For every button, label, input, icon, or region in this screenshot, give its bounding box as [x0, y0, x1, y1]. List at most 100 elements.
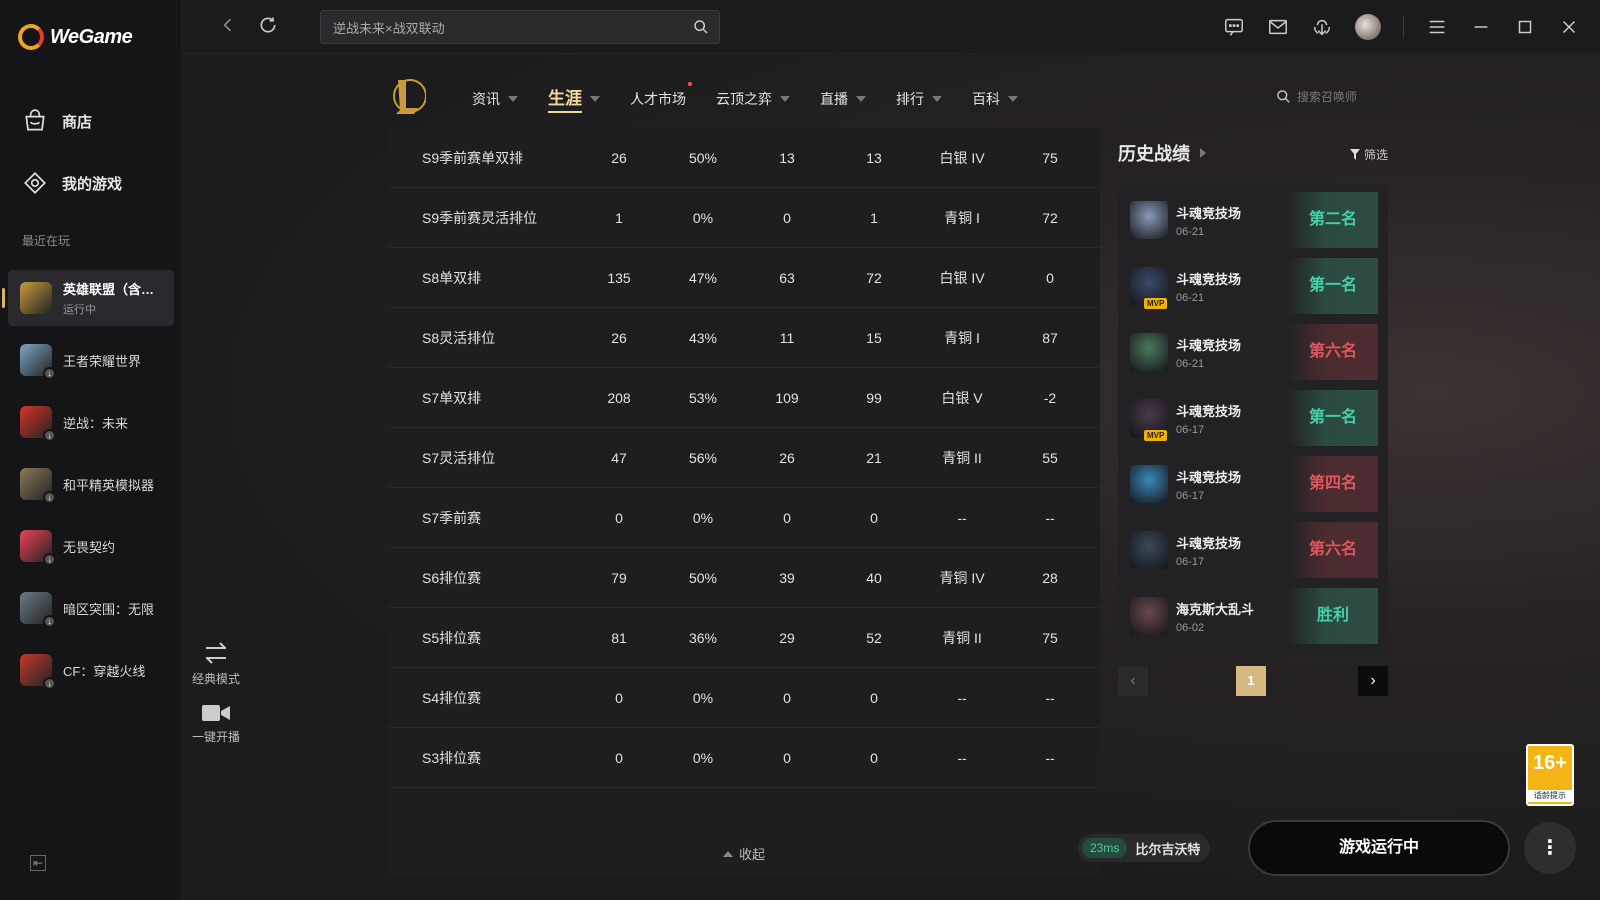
- match-result: 第一名: [1288, 258, 1378, 314]
- win-rate-cell: 43%: [688, 329, 718, 346]
- win-rate-cell: 0%: [692, 209, 714, 226]
- match-mode: 斗魂竞技场: [1176, 403, 1242, 419]
- page-number[interactable]: 1: [1236, 666, 1266, 696]
- minimize-icon[interactable]: [1470, 16, 1492, 38]
- classic-mode-button[interactable]: 经典模式: [190, 640, 242, 687]
- maximize-icon[interactable]: [1514, 16, 1536, 38]
- start-stream-button[interactable]: 一键开播: [190, 702, 242, 745]
- chevron-down-icon: [932, 95, 942, 102]
- league-points-cell: --: [1045, 749, 1055, 766]
- mail-icon[interactable]: [1267, 16, 1289, 38]
- win-rate-cell: 36%: [688, 629, 718, 646]
- sidebar: WeGame 商店 我的游戏 最近在玩 英雄联盟（含经典模式） 运行中 ↓ 王者荣耀世…: [0, 0, 182, 900]
- match-date: 06-17: [1176, 423, 1205, 436]
- tab-label: 云顶之弈: [716, 90, 772, 107]
- age-rating-badge[interactable]: 16+ 适龄提示: [1526, 744, 1574, 806]
- tab-5[interactable]: 排行: [896, 84, 942, 113]
- my-games-icon: [24, 172, 46, 194]
- game-icon: ↓: [20, 344, 56, 380]
- filter-button[interactable]: 筛选: [1349, 146, 1388, 163]
- collapse-sidebar-icon[interactable]: ⇤: [30, 855, 46, 871]
- user-avatar[interactable]: [1355, 14, 1381, 40]
- search-input[interactable]: [321, 11, 661, 43]
- losses-cell: 15: [866, 329, 882, 346]
- wins-cell: 109: [775, 389, 799, 406]
- search-icon[interactable]: [693, 19, 709, 35]
- table-row: S6排位赛 79 50% 39 40 青铜 IV 28: [388, 548, 1100, 608]
- game-running-button[interactable]: 游戏运行中: [1248, 820, 1510, 876]
- chevron-down-icon: [508, 95, 518, 102]
- wegame-logo[interactable]: WeGame: [18, 24, 133, 50]
- game-name: 王者荣耀世界: [63, 353, 142, 369]
- league-points-cell: 72: [1042, 209, 1058, 226]
- champion-avatar: [1130, 597, 1168, 635]
- games-played-cell: 81: [611, 629, 627, 646]
- season-name-cell: S7灵活排位: [422, 449, 496, 466]
- game-item[interactable]: ↓ 和平精英模拟器: [8, 456, 174, 512]
- close-icon[interactable]: [1558, 16, 1580, 38]
- match-item[interactable]: 斗魂竞技场 06-17 第四名: [1130, 454, 1378, 514]
- season-name-cell: S3排位赛: [422, 749, 482, 766]
- menu-icon[interactable]: [1426, 16, 1448, 38]
- wins-cell: 11: [779, 329, 795, 346]
- match-history-panel: 历史战绩 筛选 斗魂竞技场 06-21 第二名 MVP 斗魂竞技场 06-21 第一名 斗魂竞…: [1118, 140, 1388, 696]
- back-icon[interactable]: [218, 15, 238, 41]
- match-item[interactable]: MVP 斗魂竞技场 06-17 第一名: [1130, 388, 1378, 448]
- filter-icon: [1349, 149, 1360, 160]
- collapse-button[interactable]: 收起: [388, 844, 1100, 863]
- rank-tier-cell: 青铜 I: [944, 329, 980, 346]
- losses-cell: 0: [870, 509, 878, 526]
- tab-3[interactable]: 云顶之弈: [716, 84, 790, 113]
- games-played-cell: 0: [615, 749, 623, 766]
- top-bar: [182, 0, 1600, 54]
- game-item[interactable]: 英雄联盟（含经典模式） 运行中: [2, 270, 174, 326]
- game-text: 和平精英模拟器: [63, 475, 154, 494]
- tab-6[interactable]: 百科: [972, 84, 1018, 113]
- losses-cell: 21: [866, 449, 882, 466]
- tab-2[interactable]: 人才市场: [630, 82, 692, 113]
- match-item[interactable]: 海克斯大乱斗 06-02 胜利: [1130, 586, 1378, 646]
- main-content: 资讯 生涯 人才市场 云顶之弈 直播 排行 百科 搜索召唤师 S9季前赛单双排 26 50% 13…: [182, 54, 1600, 900]
- search-bar: [320, 10, 720, 44]
- win-rate-cell: 50%: [688, 149, 718, 166]
- game-name: CF：穿越火线: [63, 663, 146, 679]
- season-name-cell: S4排位赛: [422, 689, 482, 706]
- download-badge-icon: ↓: [43, 491, 56, 504]
- game-item[interactable]: ↓ 逆战：未来: [8, 394, 174, 450]
- rank-tier-cell: --: [957, 689, 967, 706]
- refresh-icon[interactable]: [258, 15, 278, 41]
- more-options-button[interactable]: ⋮: [1524, 822, 1576, 874]
- game-item[interactable]: ↓ 暗区突围：无限: [8, 580, 174, 636]
- mvp-badge: MVP: [1144, 430, 1168, 441]
- match-item[interactable]: 斗魂竞技场 06-21 第六名: [1130, 322, 1378, 382]
- tab-label: 生涯: [548, 84, 582, 113]
- game-item[interactable]: ↓ 王者荣耀世界: [8, 332, 174, 388]
- match-item[interactable]: 斗魂竞技场 06-21 第二名: [1130, 190, 1378, 250]
- games-played-cell: 26: [611, 329, 627, 346]
- sidebar-item-my-games[interactable]: 我的游戏: [22, 170, 122, 196]
- game-item[interactable]: ↓ 无畏契约: [8, 518, 174, 574]
- server-status[interactable]: 23ms 比尔吉沃特: [1078, 834, 1211, 862]
- sidebar-item-store[interactable]: 商店: [22, 108, 92, 134]
- league-of-legends-logo-icon[interactable]: [390, 76, 426, 116]
- match-item[interactable]: MVP 斗魂竞技场 06-21 第一名: [1130, 256, 1378, 316]
- download-icon[interactable]: [1311, 16, 1333, 38]
- tab-0[interactable]: 资讯: [472, 84, 518, 113]
- tab-4[interactable]: 直播: [820, 84, 866, 113]
- download-badge-icon: ↓: [43, 615, 56, 628]
- match-history-title[interactable]: 历史战绩: [1118, 140, 1388, 166]
- chat-icon[interactable]: [1223, 16, 1245, 38]
- league-points-cell: --: [1045, 509, 1055, 526]
- prev-page-button[interactable]: ‹: [1118, 666, 1148, 696]
- season-name-cell: S7单双排: [422, 389, 482, 406]
- win-rate-cell: 56%: [688, 449, 718, 466]
- summoner-search[interactable]: 搜索召唤师: [1276, 88, 1357, 105]
- match-item[interactable]: 斗魂竞技场 06-17 第六名: [1130, 520, 1378, 580]
- tab-label: 资讯: [472, 90, 500, 107]
- win-rate-cell: 0%: [692, 509, 714, 526]
- win-rate-cell: 0%: [692, 749, 714, 766]
- game-item[interactable]: ↓ CF：穿越火线: [8, 642, 174, 698]
- next-page-button[interactable]: ›: [1358, 666, 1388, 696]
- tab-1[interactable]: 生涯: [548, 84, 600, 113]
- recent-games-list: 英雄联盟（含经典模式） 运行中 ↓ 王者荣耀世界 ↓ 逆战：未来 ↓ 和平精英模拟器 ↓ 无畏契约…: [2, 270, 174, 704]
